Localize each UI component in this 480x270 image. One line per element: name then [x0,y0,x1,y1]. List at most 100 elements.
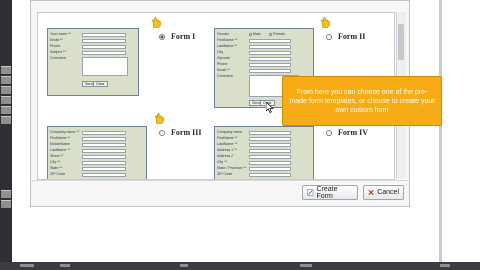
form-field-label: City [217,50,224,54]
form-field-input [82,44,126,49]
taskbar-item[interactable] [300,264,312,267]
strip-thumb[interactable] [1,106,11,114]
form-field-label: LastName ** [217,44,238,48]
form-field-label: State ** [50,166,63,170]
form-field-input [82,160,126,165]
taskbar-item[interactable] [180,264,188,267]
form-1-option[interactable]: Form I [159,32,195,41]
cancel-button[interactable]: Cancel [363,185,404,200]
form-field-label: Email ** [50,38,63,42]
form-field-input [249,56,291,61]
cancel-label: Cancel [377,189,399,196]
form-field-label: Phone [50,44,61,48]
form-3-option[interactable]: Form III [159,128,201,137]
form-field-label: City ** [50,160,60,164]
form-field-input [249,154,291,159]
form-field-label: Comment [50,56,66,60]
form-field-label: Phone [217,62,228,66]
form-1-radio[interactable] [159,33,165,40]
form-field-label: MiddleName [50,142,71,146]
form-field-label: Your name ** [50,32,72,36]
hand-pointer-icon [320,17,331,28]
taskbar-item[interactable] [60,264,70,267]
form-3-preview[interactable]: Company name ** FirstName ** MiddleName … [47,126,147,179]
form-field-label: FirstName ** [50,136,71,140]
hand-pointer-icon [151,17,162,28]
form-field-input [249,130,291,135]
form-field-input [249,172,291,177]
form-field-input [249,38,291,43]
mouse-cursor-icon [266,102,274,113]
form-field-input [249,148,291,153]
form-field-label: Street ** [50,154,64,158]
strip-thumb[interactable] [1,86,11,94]
hand-pointer-icon [154,113,165,124]
form-field-label: LastName ** [217,142,238,146]
form-field-input [82,166,126,171]
form-field-input [82,148,126,153]
gender-option-label: Male [253,32,261,36]
form-2-radio[interactable] [326,33,332,40]
form-field-input [82,32,126,37]
strip-thumb[interactable] [1,76,11,84]
form-field-input [249,62,291,67]
strip-thumb[interactable] [1,116,11,124]
form-4-label: Form IV [338,128,368,137]
form-field-label: Subject ** [50,50,66,54]
strip-thumb[interactable] [1,96,11,104]
form-field-label: LastName ** [50,148,71,152]
taskbar-item[interactable] [20,264,34,267]
form-1-label: Form I [171,32,196,41]
tooltip-text: From here you can choose one of the pre-… [289,88,435,114]
form-field-label: Company name [217,130,243,134]
edit-icon [307,189,314,196]
form-field-input [249,50,291,55]
form-4-option[interactable]: Form IV [326,128,368,137]
strip-thumb[interactable] [1,66,11,74]
gender-option-label: Female [273,32,285,36]
form-field-label: ZIP Code [50,172,66,176]
form-field-input [82,136,126,141]
form-field-input [82,50,126,55]
form-2-label: Form II [338,32,366,41]
form-3-radio[interactable] [159,129,165,136]
form-field-input [82,38,126,43]
form-field-input [82,130,126,135]
form-field-label: Address 1 ** [217,148,237,152]
form-clear-button: Clear [93,81,108,87]
gender-radio [249,33,252,36]
form-field-label: Zipcode [217,56,230,60]
form-field-input [249,44,291,49]
form-1-preview[interactable]: Your name ** Email ** Phone Subject ** C… [47,28,139,96]
form-field-input [249,136,291,141]
form-field-input [249,68,291,73]
strip-thumb[interactable] [1,190,11,198]
taskbar-item[interactable] [440,264,450,267]
strip-thumb[interactable] [1,200,11,208]
form-field-input [82,172,126,177]
create-form-label: Create Form [316,185,338,200]
form-field-label: State / Province ** [217,166,247,170]
form-field-label: Gender [217,32,229,36]
form-field-label: ZIP Code [217,172,233,176]
form-field-input [249,160,291,165]
help-tooltip: From here you can choose one of the pre-… [282,76,442,126]
window-border [439,0,442,262]
form-4-preview[interactable]: Company name FirstName ** LastName ** Ad… [214,126,314,179]
taskbar [0,262,480,270]
form-field-label: FirstName ** [217,136,238,140]
scrollbar-thumb[interactable] [398,24,404,60]
create-form-button[interactable]: Create Form [302,185,358,200]
form-field-label: FirstName ** [217,38,238,42]
close-icon [368,189,374,196]
form-field-label: Company name ** [50,130,80,134]
form-field-label: City ** [217,160,227,164]
form-comment-textarea [82,57,128,76]
form-3-label: Form III [171,128,202,137]
form-field-input [82,142,126,147]
left-thumbnail-strip [0,0,12,262]
form-field-label: Address 2 [217,154,234,158]
form-2-option[interactable]: Form II [326,32,365,41]
form-4-radio[interactable] [326,129,332,136]
form-field-input [249,166,291,171]
